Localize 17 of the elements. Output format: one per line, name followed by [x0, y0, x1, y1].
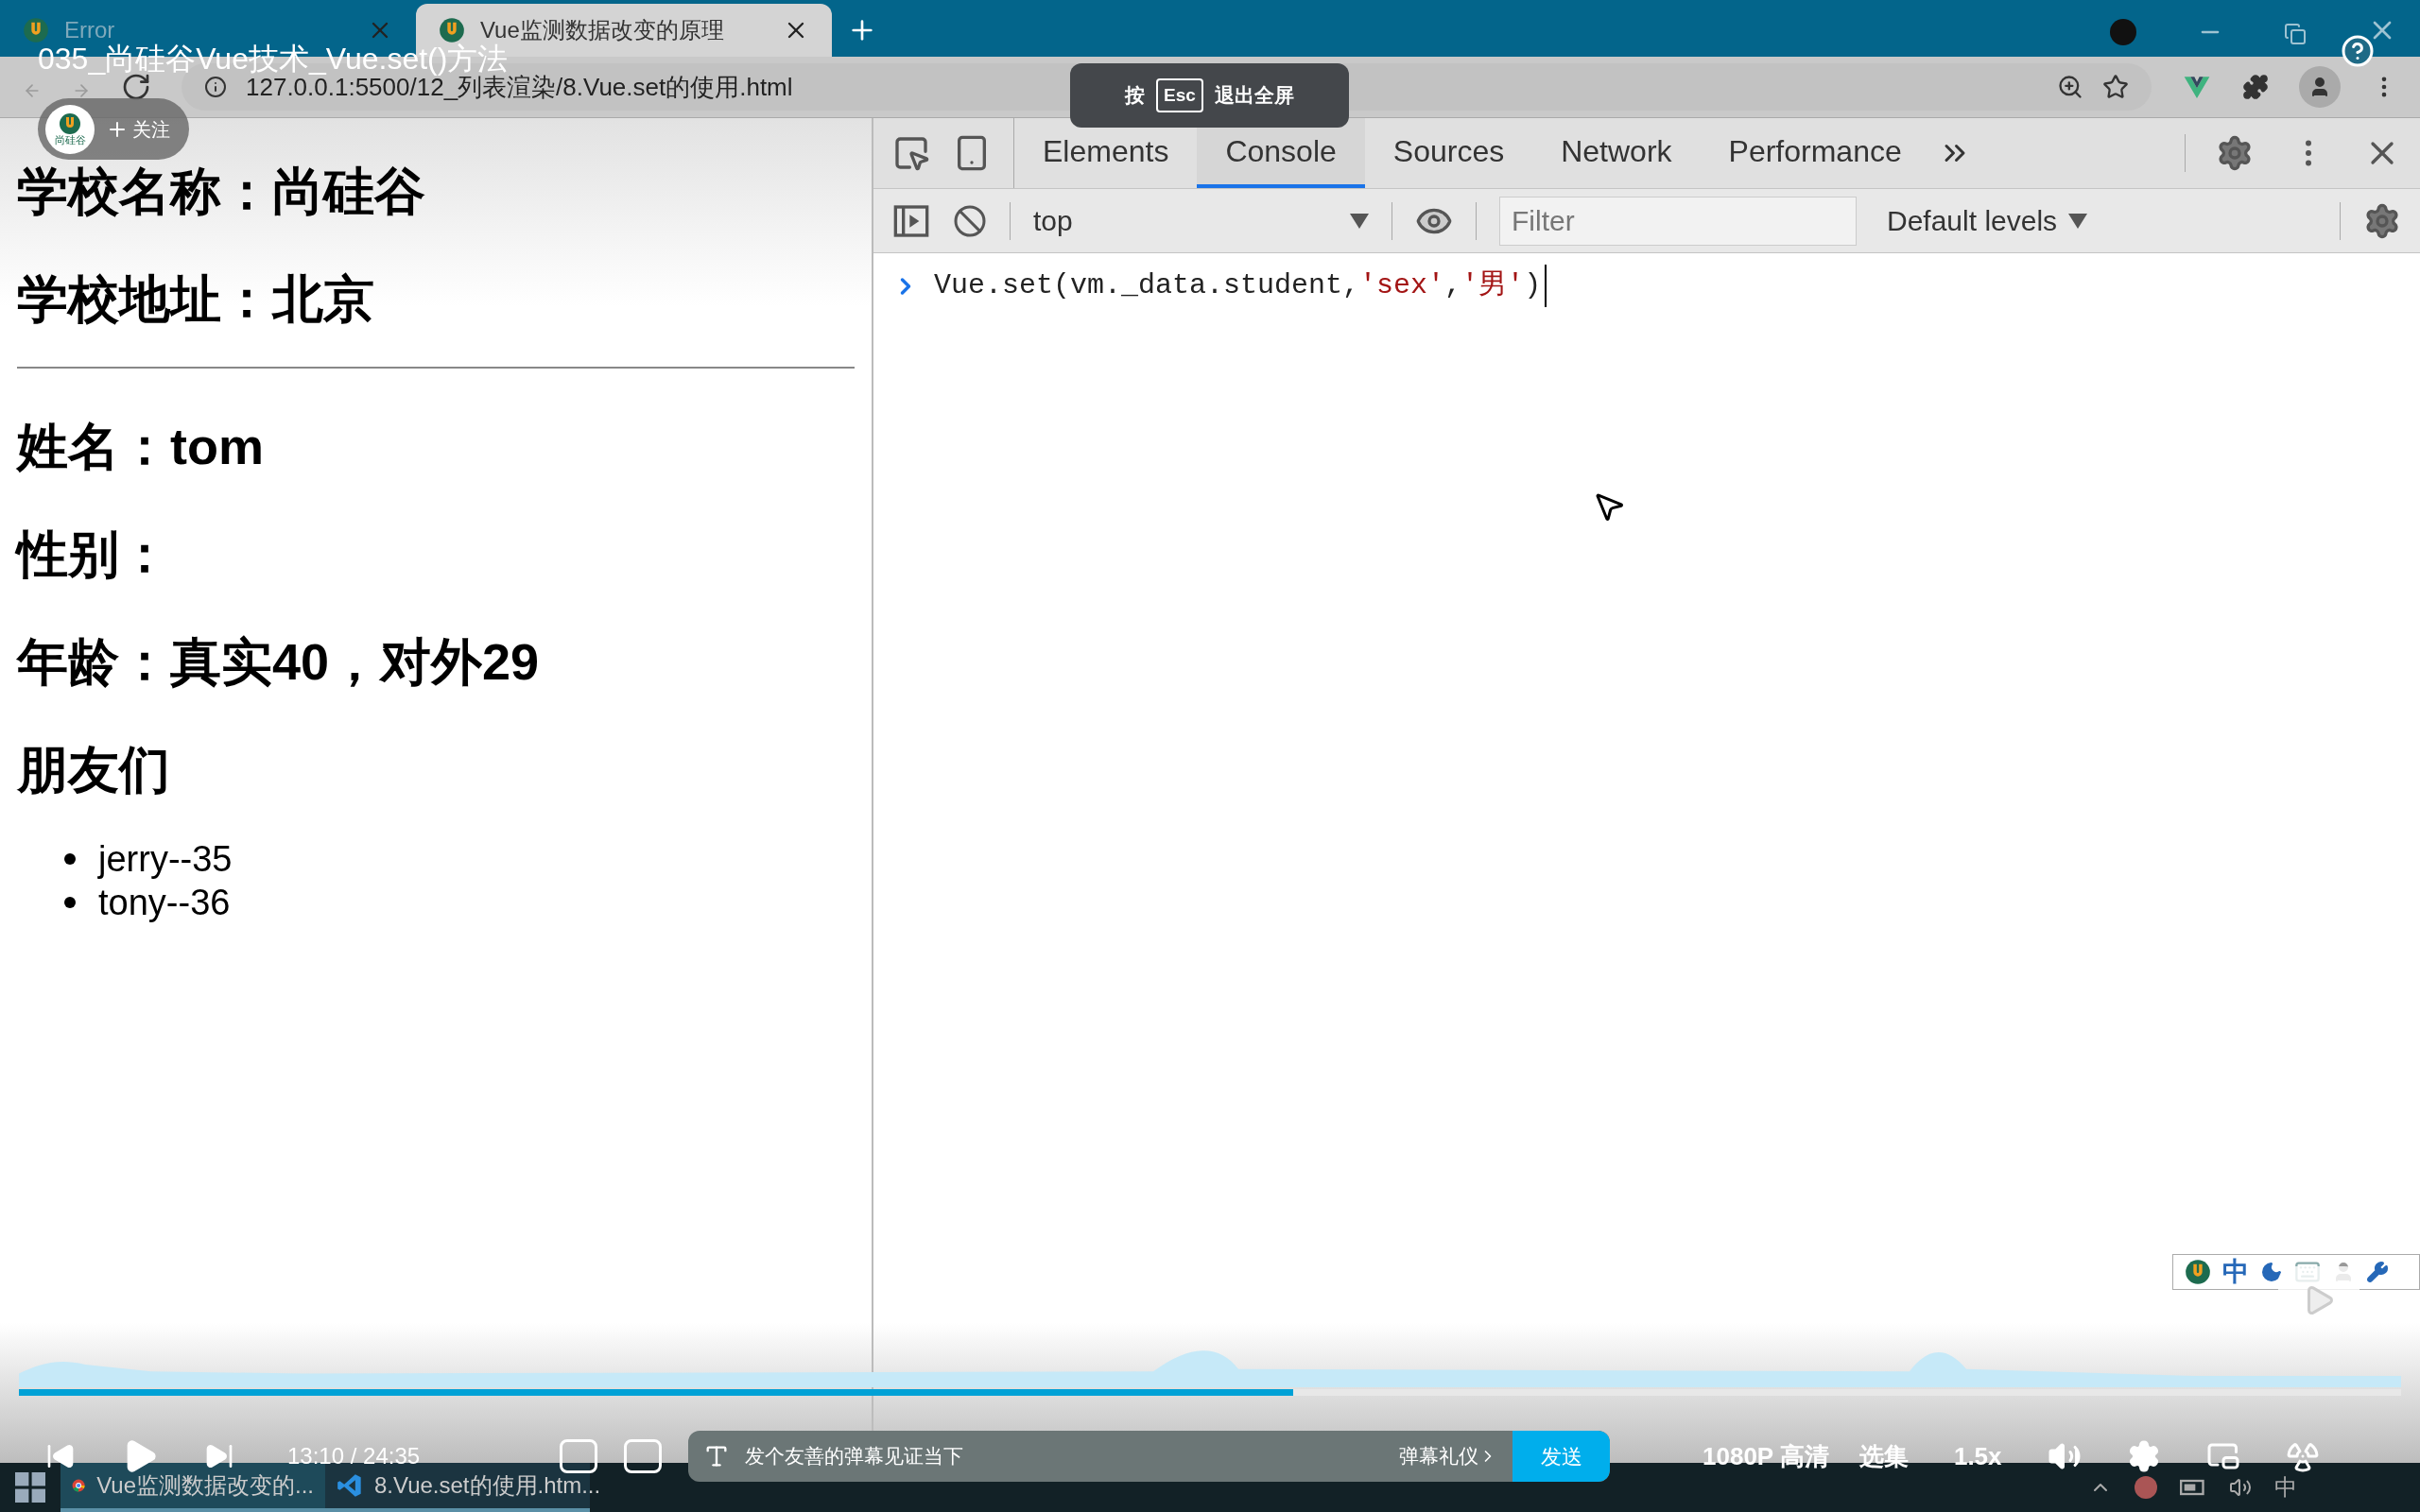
school-heading: 学校地址：北京	[17, 273, 375, 324]
danmaku-placeholder: 发个友善的弹幕见证当下	[745, 1444, 964, 1469]
student-heading: 姓名：tom	[17, 421, 265, 472]
task-title: Vue监测数据改变的...	[96, 1471, 314, 1500]
hint-prefix: 按	[1125, 83, 1146, 109]
follow-label: 关注	[132, 117, 170, 142]
friends-heading: 朋友们	[17, 744, 171, 795]
friend-item: jerry--35	[98, 837, 233, 881]
task-title: 8.Vue.set的使用.htm...	[374, 1471, 601, 1500]
tab-title: Vue监测数据改变的原理	[480, 16, 725, 43]
channel-logo-text: 尚硅谷	[54, 135, 86, 146]
friend-item: tony--36	[98, 881, 231, 924]
school-heading: 学校名称：尚硅谷	[17, 165, 426, 216]
student-heading: 年龄：真实40，对外29	[17, 636, 541, 687]
key-cap: Esc	[1156, 77, 1203, 113]
tab-title: Error	[64, 16, 116, 43]
hint-suffix: 退出全屏	[1214, 83, 1294, 109]
